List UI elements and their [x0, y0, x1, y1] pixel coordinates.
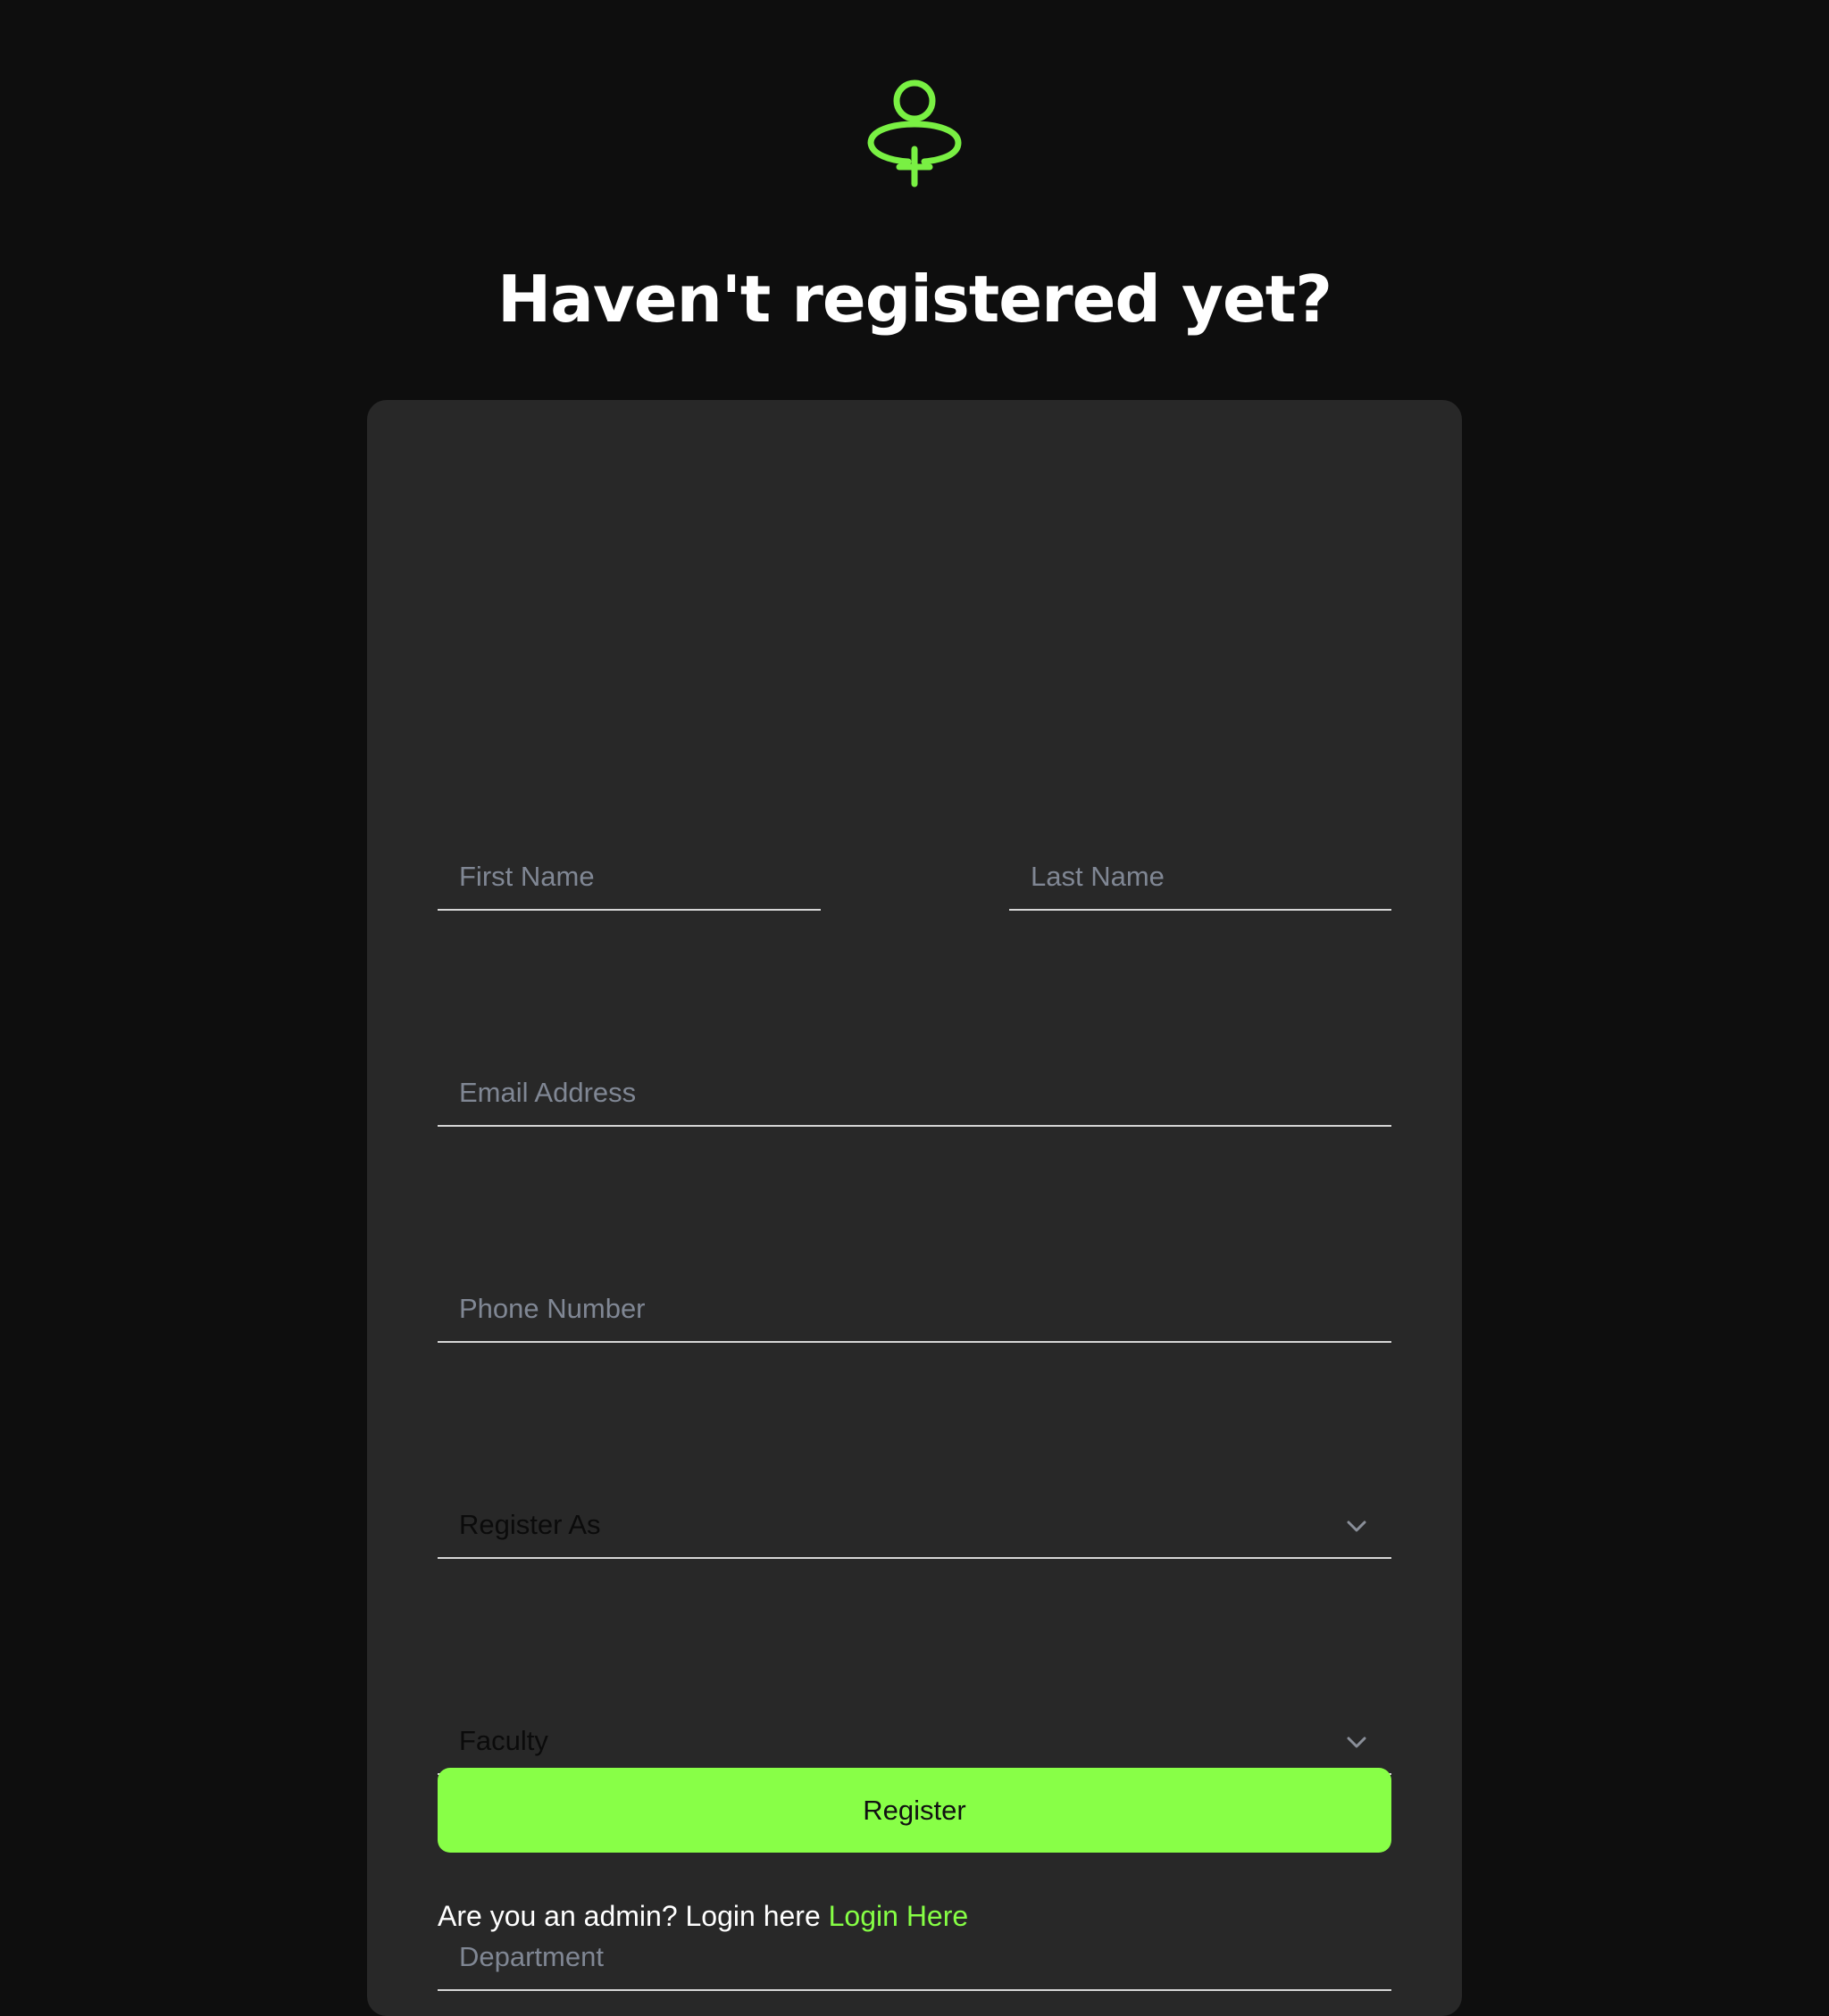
email-input[interactable] — [438, 1061, 1391, 1125]
first-name-input[interactable] — [438, 845, 821, 909]
login-here-link[interactable]: Login Here — [829, 1900, 969, 1932]
register-as-select[interactable]: Register As — [438, 1493, 1391, 1559]
chevron-down-icon — [1347, 1520, 1366, 1532]
register-button[interactable]: Register — [438, 1768, 1391, 1853]
admin-login-prompt: Are you an admin? Login here Login Here — [438, 1894, 968, 1938]
last-name-input[interactable] — [1009, 845, 1391, 909]
phone-field — [438, 1277, 1391, 1343]
last-name-field — [1009, 845, 1391, 911]
faculty-value: Faculty — [459, 1725, 548, 1756]
page-title: Haven't registered yet? — [497, 262, 1332, 337]
first-name-field — [438, 845, 821, 911]
phone-input[interactable] — [438, 1277, 1391, 1341]
registration-card: Register As Faculty Register Are you an … — [367, 400, 1462, 2016]
chevron-down-icon — [1347, 1737, 1366, 1748]
admin-prompt-text: Are you an admin? Login here — [438, 1900, 821, 1932]
faculty-select[interactable]: Faculty — [438, 1709, 1391, 1775]
user-add-icon — [867, 79, 962, 187]
register-as-value: Register As — [459, 1509, 601, 1540]
email-field — [438, 1061, 1391, 1127]
